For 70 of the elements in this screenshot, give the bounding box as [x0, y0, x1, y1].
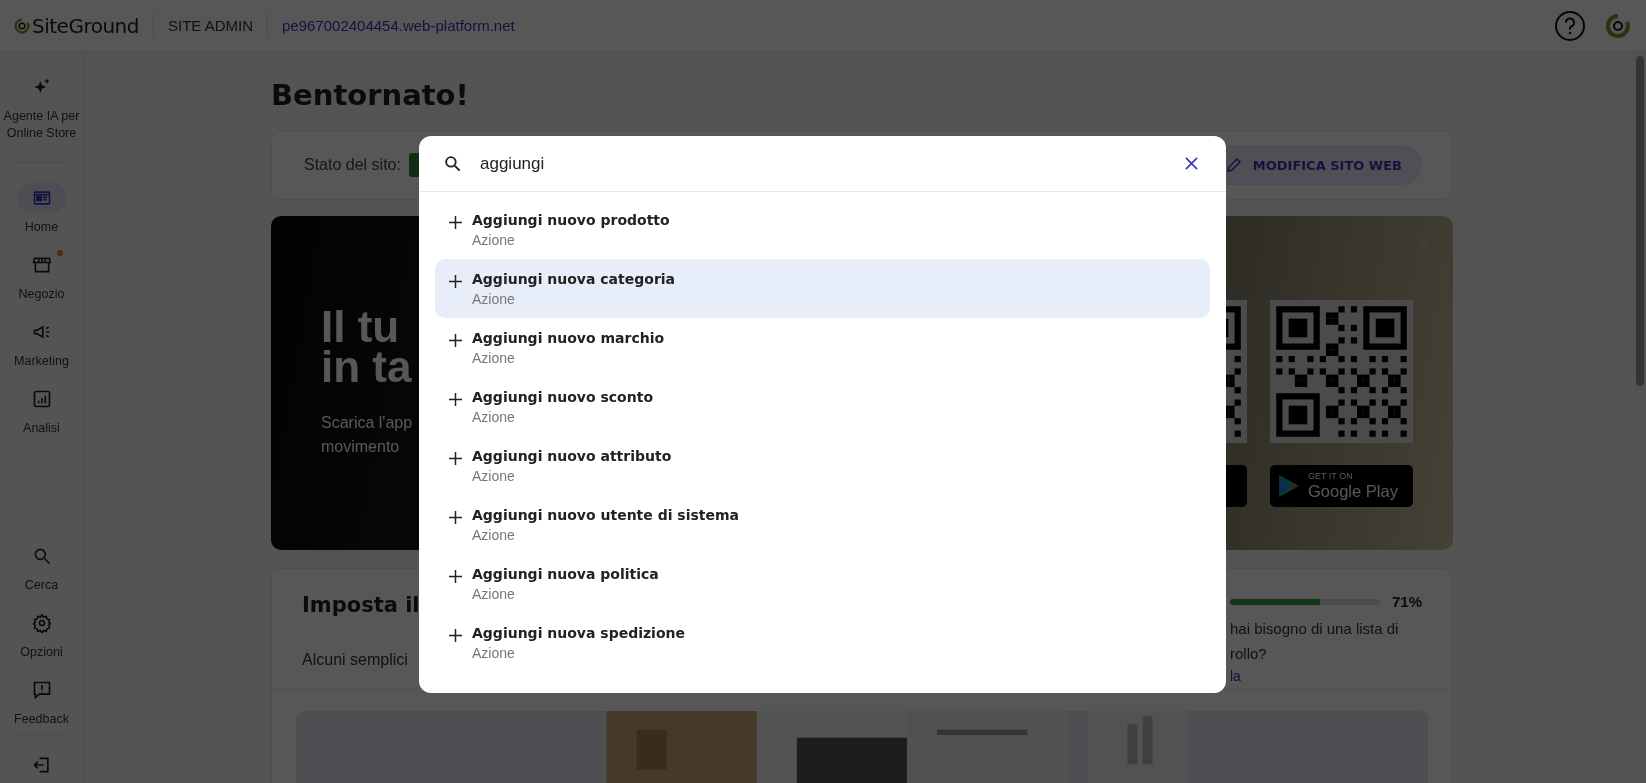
plus-icon — [449, 570, 462, 583]
result-title: Aggiungi nuova politica — [472, 566, 659, 582]
plus-icon — [449, 629, 462, 642]
result-type: Azione — [472, 409, 516, 425]
nav-icon — [31, 255, 52, 275]
result-title: Aggiungi nuova categoria — [472, 271, 676, 287]
badge-caption: GET IT ON — [1308, 470, 1354, 481]
search-result[interactable]: Aggiungi nuovo sconto Azione — [435, 377, 1210, 436]
result-type: Azione — [472, 645, 516, 661]
result-title: Aggiungi nuova spedizione — [472, 625, 685, 641]
search-result[interactable]: Aggiungi nuovo prodotto Azione — [435, 200, 1210, 259]
domain-link[interactable]: pe967002404454.web-platform.net — [282, 17, 515, 34]
result-title: Aggiungi nuovo prodotto — [472, 212, 670, 228]
setup-title: Imposta il — [302, 593, 420, 617]
close-icon[interactable] — [1185, 157, 1198, 170]
nav-item[interactable]: Marketing — [1, 317, 82, 370]
search-icon — [443, 154, 462, 173]
result-title: Aggiungi nuovo attributo — [472, 448, 672, 464]
nav-item[interactable]: Opzioni — [1, 608, 82, 661]
result-title: Aggiungi nuovo sconto — [472, 389, 653, 405]
plus-icon — [449, 216, 462, 229]
nav-icon — [31, 613, 52, 633]
help-text: hai bisogno di una lista di rollo? — [1230, 619, 1400, 664]
nav-icon — [31, 680, 52, 700]
plus-icon — [449, 334, 462, 347]
logo-text: SiteGround — [32, 13, 139, 38]
nav-item[interactable]: Cerca — [1, 541, 82, 594]
banner-title: Il tu in ta — [321, 307, 413, 387]
section-label: SITE ADMIN — [167, 17, 253, 34]
search-result[interactable]: Aggiungi nuova politica Azione — [435, 554, 1210, 613]
google-play-badge[interactable]: GET IT ON Google Play — [1270, 464, 1413, 507]
result-type: Azione — [472, 468, 516, 484]
result-type: Azione — [472, 291, 516, 307]
plus-icon — [449, 275, 462, 288]
nav-item[interactable]: Analisi — [1, 384, 82, 437]
nav-icon — [31, 188, 52, 208]
help-link[interactable]: la — [1230, 668, 1422, 684]
avatar-icon[interactable] — [1606, 11, 1630, 40]
nav-item[interactable]: Agente IA per Online Store — [1, 72, 82, 142]
pencil-icon — [1224, 156, 1243, 174]
result-type: Azione — [472, 527, 516, 543]
search-result[interactable]: Aggiungi nuovo utente di sistema Azione — [435, 495, 1210, 554]
plus-icon — [449, 452, 462, 465]
search-result[interactable]: Aggiungi nuova spedizione Azione — [435, 613, 1210, 672]
badge-store-name: Google Play — [1308, 480, 1398, 501]
plus-icon — [449, 511, 462, 524]
search-result[interactable]: Aggiungi nuova categoria Azione — [435, 259, 1210, 318]
nav-item[interactable]: Home — [1, 183, 82, 236]
result-type: Azione — [472, 350, 516, 366]
result-type: Azione — [472, 232, 516, 248]
setup-intro: Alcuni semplici — [302, 651, 409, 669]
logout-icon[interactable] — [31, 755, 52, 775]
search-field[interactable]: aggiungi — [474, 149, 1173, 178]
result-title: Aggiungi nuovo marchio — [472, 330, 665, 346]
result-title: Aggiungi nuovo utente di sistema — [472, 507, 740, 523]
search-result[interactable]: Aggiungi nuovo marchio Azione — [435, 318, 1210, 377]
progress-reading: 71% — [1391, 593, 1422, 610]
nav-icon — [31, 389, 52, 409]
nav-item[interactable]: Feedback — [1, 675, 82, 728]
help-icon[interactable] — [1554, 9, 1586, 42]
banner-text: Scarica l'app movimento — [321, 413, 413, 457]
page-title: Bentornato! — [271, 77, 470, 114]
status-label: Stato del sito: — [304, 156, 401, 174]
status-badge — [408, 153, 421, 177]
result-type: Azione — [472, 586, 516, 602]
logo-icon — [14, 16, 30, 35]
nav-item[interactable]: Negozio — [1, 250, 82, 303]
play-icon — [1278, 473, 1300, 498]
search-result[interactable]: Aggiungi nuovo attributo Azione — [435, 436, 1210, 495]
plus-icon — [449, 393, 462, 406]
